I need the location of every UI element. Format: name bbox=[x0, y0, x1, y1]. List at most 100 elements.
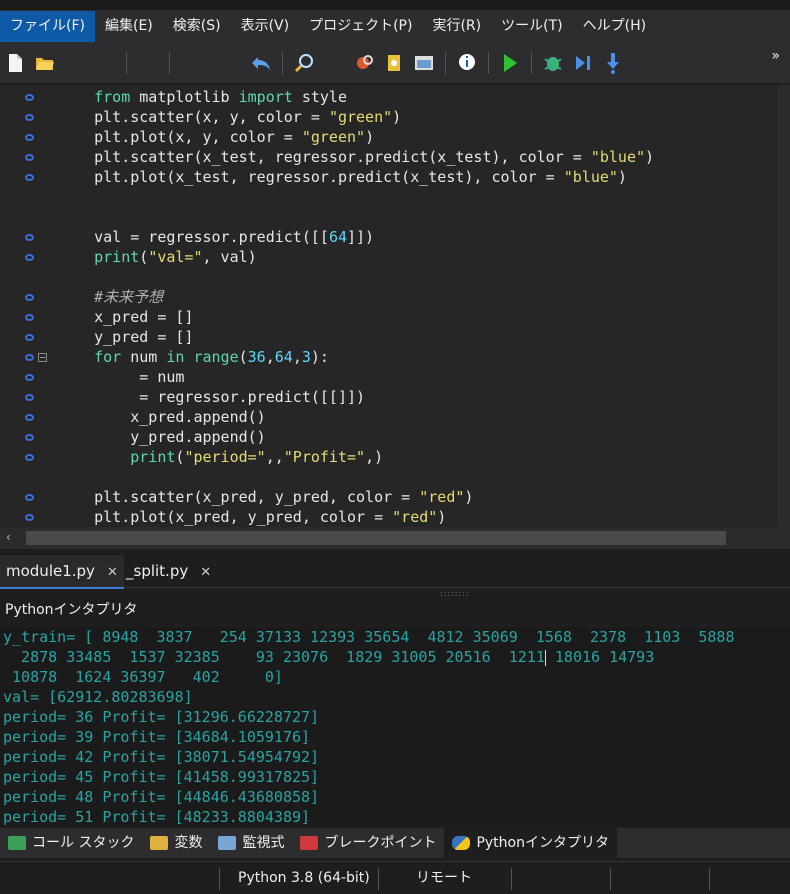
breakpoint-marker-icon[interactable] bbox=[25, 234, 34, 241]
step-icon[interactable] bbox=[572, 52, 594, 74]
console-line: period= 42 Profit= [38071.54954792] bbox=[3, 748, 320, 766]
breakpoint-marker-icon[interactable] bbox=[25, 314, 34, 321]
code-line[interactable]: print("val=", val) bbox=[58, 247, 257, 267]
debug-find-icon[interactable] bbox=[353, 52, 375, 74]
tab-python-interpreter[interactable]: Pythonインタプリタ bbox=[444, 828, 617, 858]
scroll-left-icon[interactable]: ‹ bbox=[6, 530, 11, 544]
toolbar-separator bbox=[531, 52, 532, 74]
menu-run[interactable]: 実行(R) bbox=[422, 11, 491, 42]
interpreter-console[interactable]: y_train= [ 8948 3837 254 37133 12393 356… bbox=[0, 627, 790, 825]
menu-help[interactable]: ヘルプ(H) bbox=[573, 11, 656, 42]
editor-gutter: − bbox=[0, 85, 55, 527]
toolbar-separator bbox=[445, 52, 446, 74]
tab-breakpoints[interactable]: ブレークポイント bbox=[292, 828, 444, 858]
menu-file[interactable]: ファイル(F) bbox=[0, 11, 95, 42]
window-icon[interactable] bbox=[413, 52, 435, 74]
bug-icon[interactable] bbox=[542, 52, 564, 74]
breakpoint-marker-icon[interactable] bbox=[25, 494, 34, 501]
run-icon[interactable] bbox=[499, 52, 521, 74]
status-separator bbox=[219, 868, 220, 890]
breakpoint-icon bbox=[300, 836, 319, 850]
code-line[interactable]: = num bbox=[58, 367, 184, 387]
close-icon[interactable]: ✕ bbox=[200, 565, 211, 580]
code-line[interactable]: for num in range(36,64,3): bbox=[58, 347, 329, 367]
breakpoint-marker-icon[interactable] bbox=[25, 134, 34, 141]
console-line: period= 39 Profit= [34684.1059176] bbox=[3, 728, 311, 746]
code-line[interactable]: x_pred = [] bbox=[58, 307, 193, 327]
breakpoint-marker-icon[interactable] bbox=[25, 394, 34, 401]
toolbar-separator bbox=[282, 52, 283, 74]
breakpoint-marker-icon[interactable] bbox=[25, 434, 34, 441]
find-icon[interactable] bbox=[293, 52, 315, 74]
breakpoint-marker-icon[interactable] bbox=[25, 374, 34, 381]
step-into-icon[interactable] bbox=[602, 52, 624, 74]
console-line: val= [62912.80283698] bbox=[3, 688, 193, 706]
code-editor[interactable]: − from matplotlib import style plt.scatt… bbox=[0, 85, 778, 527]
code-line[interactable]: plt.scatter(x_test, regressor.predict(x_… bbox=[58, 147, 654, 167]
menu-view[interactable]: 表示(V) bbox=[231, 11, 300, 42]
code-line[interactable]: x_pred.append() bbox=[58, 407, 265, 427]
title-strip bbox=[0, 0, 790, 10]
tab-call-stack[interactable]: コール スタック bbox=[0, 828, 142, 858]
code-line[interactable]: y_pred.append() bbox=[58, 427, 265, 447]
text-caret bbox=[544, 649, 546, 666]
code-line[interactable]: plt.plot(x_pred, y_pred, color = "red") bbox=[58, 507, 446, 527]
python-version[interactable]: Python 3.8 (64-bit) bbox=[238, 862, 370, 894]
toolbar-separator bbox=[488, 52, 489, 74]
status-separator bbox=[709, 868, 710, 890]
console-line: period= 48 Profit= [44846.43680858] bbox=[3, 788, 320, 806]
code-line[interactable]: plt.plot(x_test, regressor.predict(x_tes… bbox=[58, 167, 627, 187]
breakpoint-marker-icon[interactable] bbox=[25, 154, 34, 161]
breakpoint-marker-icon[interactable] bbox=[25, 254, 34, 261]
menu-edit[interactable]: 編集(E) bbox=[95, 11, 163, 42]
breakpoint-marker-icon[interactable] bbox=[25, 114, 34, 121]
info-icon[interactable] bbox=[456, 52, 478, 74]
breakpoint-marker-icon[interactable] bbox=[25, 514, 34, 521]
variables-icon bbox=[150, 836, 169, 850]
tab-watch[interactable]: 監視式 bbox=[210, 828, 292, 858]
code-line[interactable]: print("period=",,"Profit=",) bbox=[58, 447, 383, 467]
tab-variables[interactable]: 変数 bbox=[142, 828, 210, 858]
breakpoint-marker-icon[interactable] bbox=[25, 454, 34, 461]
code-line[interactable]: from matplotlib import style bbox=[58, 87, 347, 107]
undo-icon[interactable] bbox=[250, 52, 272, 74]
file-tabs: module1.py ✕ _split.py ✕ bbox=[0, 555, 790, 589]
scroll-thumb[interactable] bbox=[26, 531, 726, 545]
console-line: 10878 1624 36397 402 0] bbox=[3, 668, 283, 686]
new-file-icon[interactable] bbox=[4, 52, 26, 74]
console-line: period= 51 Profit= [48233.8804389] bbox=[3, 808, 311, 825]
status-separator bbox=[610, 868, 611, 890]
toolbar: » bbox=[0, 43, 790, 83]
remote-status[interactable]: リモート bbox=[416, 862, 472, 894]
open-folder-icon[interactable] bbox=[34, 52, 56, 74]
horizontal-scrollbar[interactable]: ‹ bbox=[0, 527, 790, 549]
fold-toggle-icon[interactable]: − bbox=[38, 353, 47, 362]
tab-module1[interactable]: module1.py ✕ bbox=[0, 555, 124, 589]
tab-split[interactable]: _split.py ✕ bbox=[120, 555, 217, 587]
code-line[interactable]: y_pred = [] bbox=[58, 327, 193, 347]
code-line[interactable]: plt.plot(x, y, color = "green") bbox=[58, 127, 374, 147]
console-line: period= 45 Profit= [41458.99317825] bbox=[3, 768, 320, 786]
breakpoint-marker-icon[interactable] bbox=[25, 334, 34, 341]
breakpoint-marker-icon[interactable] bbox=[25, 414, 34, 421]
code-line[interactable]: #未来予想 bbox=[58, 287, 163, 307]
menu-search[interactable]: 検索(S) bbox=[163, 11, 231, 42]
code-line[interactable]: val = regressor.predict([[64]]) bbox=[58, 227, 374, 247]
breakpoint-marker-icon[interactable] bbox=[25, 94, 34, 101]
code-line[interactable]: = regressor.predict([[]]) bbox=[58, 387, 365, 407]
menu-bar: ファイル(F) 編集(E) 検索(S) 表示(V) プロジェクト(P) 実行(R… bbox=[0, 10, 790, 43]
bottom-tabs: コール スタック 変数 監視式 ブレークポイント Pythonインタプリタ bbox=[0, 828, 790, 858]
code-line[interactable]: plt.scatter(x, y, color = "green") bbox=[58, 107, 401, 127]
toolbar-overflow-icon[interactable]: » bbox=[771, 48, 790, 64]
menu-tools[interactable]: ツール(T) bbox=[491, 11, 572, 42]
breakpoint-marker-icon[interactable] bbox=[25, 294, 34, 301]
menu-project[interactable]: プロジェクト(P) bbox=[299, 11, 422, 42]
breakpoint-marker-icon[interactable] bbox=[25, 174, 34, 181]
toolbar-separator bbox=[169, 52, 170, 74]
close-icon[interactable]: ✕ bbox=[107, 565, 118, 580]
console-line: y_train= [ 8948 3837 254 37133 12393 356… bbox=[3, 628, 735, 646]
vertical-scrollbar[interactable] bbox=[778, 85, 790, 527]
code-line[interactable]: plt.scatter(x_pred, y_pred, color = "red… bbox=[58, 487, 473, 507]
bookmark-icon[interactable] bbox=[383, 52, 405, 74]
breakpoint-marker-icon[interactable] bbox=[25, 354, 34, 361]
